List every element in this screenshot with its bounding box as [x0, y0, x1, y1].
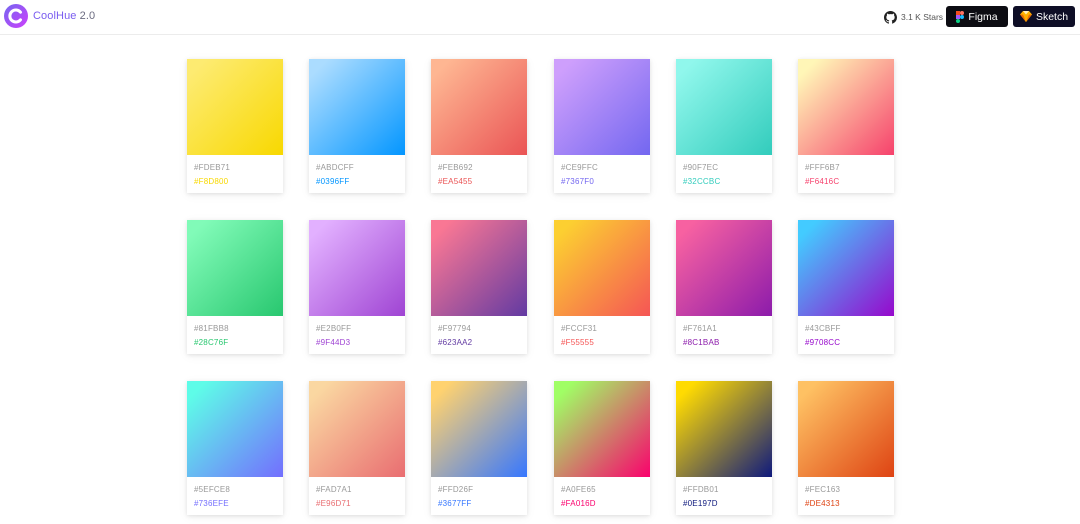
gradient-card[interactable]: #81FBB8 #28C76F [187, 220, 283, 354]
gradient-card[interactable]: #FAD7A1 #E96D71 [309, 381, 405, 515]
gradient-swatch[interactable] [798, 381, 894, 477]
gradient-swatch[interactable] [431, 59, 527, 155]
gradient-start-hex[interactable]: #CE9FFC [561, 163, 598, 172]
gradient-start-hex[interactable]: #90F7EC [683, 163, 718, 172]
gradient-swatch[interactable] [309, 381, 405, 477]
gradient-start-hex[interactable]: #ABDCFF [316, 163, 354, 172]
gradient-end-hex[interactable]: #F55555 [561, 338, 594, 347]
gradient-card[interactable]: #FFF6B7 #F6416C [798, 59, 894, 193]
gradient-end-hex[interactable]: #F8D800 [194, 177, 228, 186]
sketch-label: Sketch [1035, 10, 1069, 23]
gradient-end-hex[interactable]: #736EFE [194, 499, 229, 508]
gradient-end-hex[interactable]: #9F44D3 [316, 338, 350, 347]
gradient-card[interactable]: #FEB692 #EA5455 [431, 59, 527, 193]
gradient-swatch[interactable] [798, 220, 894, 316]
gradient-swatch[interactable] [431, 220, 527, 316]
brand-name: CoolHue [33, 10, 77, 22]
gradient-start-hex[interactable]: #FEC163 [805, 485, 840, 494]
gradient-card[interactable]: #FEC163 #DE4313 [798, 381, 894, 515]
brand-version: 2.0 [79, 10, 96, 22]
gradient-end-hex[interactable]: #0E197D [683, 499, 718, 508]
gradient-card[interactable]: #FDEB71 #F8D800 [187, 59, 283, 193]
gradient-start-hex[interactable]: #A0FE65 [561, 485, 596, 494]
gradient-swatch[interactable] [554, 59, 650, 155]
gradient-end-hex[interactable]: #7367F0 [561, 177, 594, 186]
gradient-start-hex[interactable]: #FFD26F [438, 485, 473, 494]
coolhue-logo-icon[interactable] [4, 4, 28, 28]
top-bar: CoolHue 2.0 3.1 K Stars Figma Sketch [0, 0, 1080, 35]
gradient-swatch[interactable] [187, 59, 283, 155]
gradient-swatch[interactable] [309, 220, 405, 316]
gradient-end-hex[interactable]: #DE4313 [805, 499, 840, 508]
gradient-swatch[interactable] [676, 59, 772, 155]
gradient-card[interactable]: #90F7EC #32CCBC [676, 59, 772, 193]
github-icon [884, 10, 897, 24]
gradient-start-hex[interactable]: #FEB692 [438, 163, 473, 172]
gradient-swatch[interactable] [554, 381, 650, 477]
gradient-start-hex[interactable]: #E2B0FF [316, 324, 351, 333]
gradient-start-hex[interactable]: #FFF6B7 [805, 163, 840, 172]
github-stars-link[interactable]: 3.1 K Stars [884, 8, 943, 26]
gradient-start-hex[interactable]: #5EFCE8 [194, 485, 230, 494]
figma-button[interactable]: Figma [946, 6, 1008, 27]
gradient-end-hex[interactable]: #623AA2 [438, 338, 472, 347]
gradient-card[interactable]: #FFDB01 #0E197D [676, 381, 772, 515]
gradient-card[interactable]: #F761A1 #8C1BAB [676, 220, 772, 354]
gradient-end-hex[interactable]: #32CCBC [683, 177, 720, 186]
gradient-swatch[interactable] [187, 381, 283, 477]
sketch-button[interactable]: Sketch [1013, 6, 1075, 27]
figma-icon [956, 10, 965, 23]
gradient-start-hex[interactable]: #FAD7A1 [316, 485, 352, 494]
sketch-diamond-icon [1019, 11, 1032, 22]
gradient-start-hex[interactable]: #FDEB71 [194, 163, 230, 172]
gradient-start-hex[interactable]: #FFDB01 [683, 485, 719, 494]
gradient-end-hex[interactable]: #8C1BAB [683, 338, 720, 347]
gradient-start-hex[interactable]: #81FBB8 [194, 324, 229, 333]
gradient-card[interactable]: #CE9FFC #7367F0 [554, 59, 650, 193]
gradient-card[interactable]: #43CBFF #9708CC [798, 220, 894, 354]
stars-count: 3.1 K Stars [901, 12, 944, 22]
gradient-start-hex[interactable]: #F97794 [438, 324, 471, 333]
gradient-swatch[interactable] [798, 59, 894, 155]
gradient-swatch[interactable] [554, 220, 650, 316]
gradient-end-hex[interactable]: #0396FF [316, 177, 349, 186]
gradient-swatch[interactable] [676, 381, 772, 477]
gradient-card[interactable]: #ABDCFF #0396FF [309, 59, 405, 193]
gradient-start-hex[interactable]: #43CBFF [805, 324, 841, 333]
gradient-card[interactable]: #FFD26F #3677FF [431, 381, 527, 515]
brand-title[interactable]: CoolHue 2.0 [33, 10, 95, 22]
gradient-swatch[interactable] [676, 220, 772, 316]
gradient-end-hex[interactable]: #9708CC [805, 338, 840, 347]
gradient-end-hex[interactable]: #EA5455 [438, 177, 472, 186]
gradient-card[interactable]: #F97794 #623AA2 [431, 220, 527, 354]
gradient-end-hex[interactable]: #F6416C [805, 177, 839, 186]
gradient-card[interactable]: #A0FE65 #FA016D [554, 381, 650, 515]
gradient-end-hex[interactable]: #3677FF [438, 499, 471, 508]
gradient-card[interactable]: #5EFCE8 #736EFE [187, 381, 283, 515]
gradient-end-hex[interactable]: #28C76F [194, 338, 228, 347]
gradient-start-hex[interactable]: #FCCF31 [561, 324, 597, 333]
gradient-card[interactable]: #E2B0FF #9F44D3 [309, 220, 405, 354]
gradient-end-hex[interactable]: #E96D71 [316, 499, 351, 508]
gradient-swatch[interactable] [431, 381, 527, 477]
gradient-card[interactable]: #FCCF31 #F55555 [554, 220, 650, 354]
gradient-swatch[interactable] [187, 220, 283, 316]
gradient-start-hex[interactable]: #F761A1 [683, 324, 717, 333]
gradient-end-hex[interactable]: #FA016D [561, 499, 596, 508]
gradient-swatch[interactable] [309, 59, 405, 155]
figma-label: Figma [968, 10, 998, 23]
